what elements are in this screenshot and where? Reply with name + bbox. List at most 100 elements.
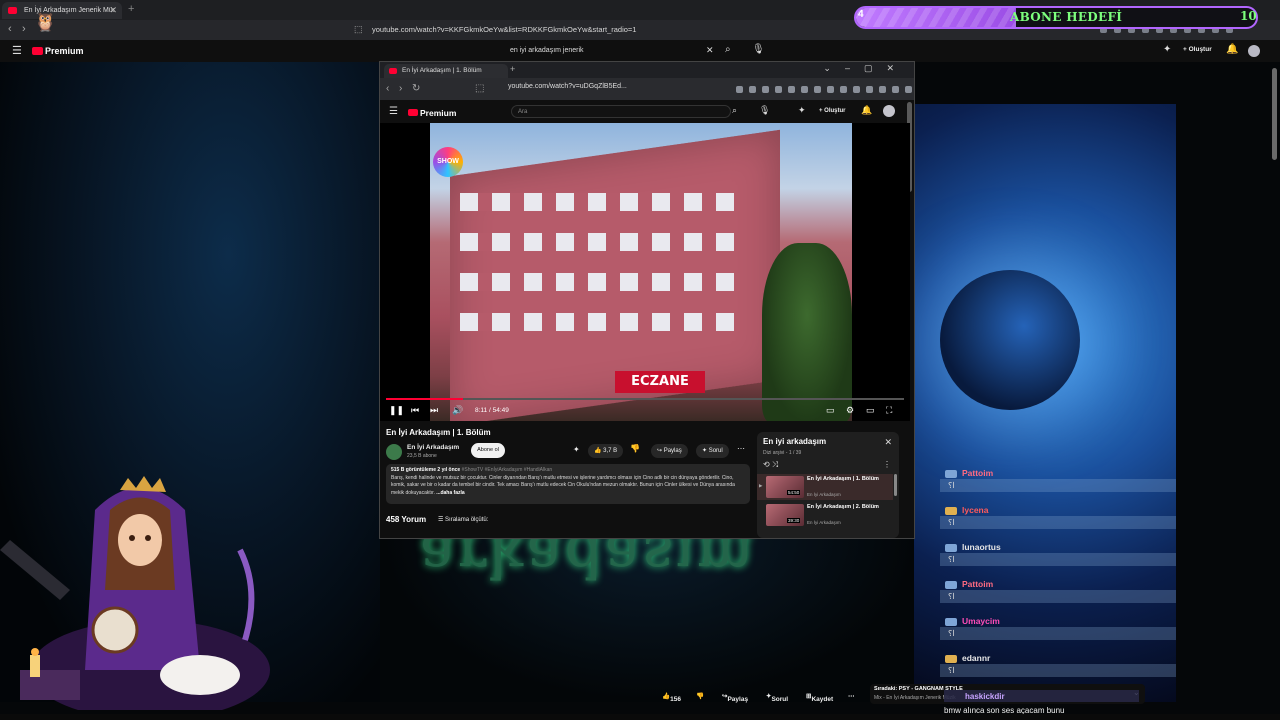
- menu-icon[interactable]: ☰: [389, 106, 398, 117]
- outer-search-input[interactable]: en iyi arkadaşım jenerik: [504, 44, 762, 58]
- extension-icon[interactable]: [853, 86, 860, 93]
- streamer-avatar-illustration: [0, 476, 270, 710]
- forward-icon[interactable]: ›: [399, 83, 402, 94]
- account-avatar[interactable]: [1248, 45, 1260, 57]
- new-tab-button[interactable]: +: [128, 3, 134, 15]
- outer-tab-youtube[interactable]: En İyi Arkadaşım Jenerik Mü: ✕: [2, 2, 122, 19]
- new-tab-icon[interactable]: +: [510, 64, 515, 74]
- dislike-icon[interactable]: 👎: [696, 692, 704, 700]
- extension-icon[interactable]: [788, 86, 795, 93]
- create-button[interactable]: + Oluştur: [819, 108, 846, 114]
- chat-username[interactable]: Pattoim: [962, 579, 993, 589]
- playlist-more-icon[interactable]: ⋮: [883, 460, 891, 469]
- now-playing-icon: ▶: [759, 483, 763, 488]
- like-button[interactable]: 👍 3,7 B: [588, 444, 624, 458]
- like-button[interactable]: 👍 156: [662, 692, 681, 703]
- menu-icon[interactable]: ☰: [12, 44, 22, 57]
- theater-mode-icon[interactable]: ▭: [866, 405, 875, 416]
- sort-comments-button[interactable]: ☰ Sıralama ölçütü:: [438, 516, 488, 523]
- channel-name[interactable]: En İyi Arkadaşım: [407, 444, 459, 451]
- extension-icon[interactable]: [775, 86, 782, 93]
- video-progress-played: [386, 398, 464, 400]
- forward-icon[interactable]: ›: [22, 23, 26, 35]
- extension-icon[interactable]: [762, 86, 769, 93]
- playlist-title[interactable]: En iyi arkadaşım: [763, 437, 826, 446]
- notifications-bell-icon[interactable]: 🔔: [861, 105, 872, 116]
- magic-wand-icon[interactable]: ✦: [1163, 44, 1171, 55]
- share-button[interactable]: ↪ Paylaş: [722, 692, 748, 703]
- save-button[interactable]: ✦ Sorul: [696, 444, 729, 458]
- chat-username[interactable]: Pattoim: [962, 468, 993, 478]
- pause-icon[interactable]: ❚❚: [389, 405, 404, 416]
- video-player[interactable]: ECZANE SHOW ❚❚ ⏮ ⏭ 🔊 8:11 / 54:49 ▭ ⚙ ▭ …: [380, 123, 910, 421]
- back-icon[interactable]: ‹: [8, 23, 12, 35]
- description-box[interactable]: 515 B görüntüleme 2 yıl önce #ShowTV #En…: [386, 464, 750, 504]
- chat-username[interactable]: edannr: [962, 653, 990, 663]
- channel-avatar[interactable]: [386, 444, 402, 460]
- chat-band: [940, 516, 1176, 529]
- extension-icon[interactable]: [905, 86, 912, 93]
- next-icon[interactable]: ⏭: [430, 405, 438, 416]
- clear-search-icon[interactable]: ✕: [706, 45, 714, 56]
- reload-icon[interactable]: ↻: [412, 83, 420, 94]
- notifications-bell-icon[interactable]: 🔔: [1226, 44, 1238, 55]
- playlist-duration: 54:50: [787, 490, 801, 495]
- inner-tab[interactable]: En İyi Arkadaşım | 1. Bölüm: [384, 64, 508, 78]
- subtitles-icon[interactable]: ▭: [826, 405, 835, 416]
- loop-shuffle-icons[interactable]: ⟲ ⤨: [763, 460, 778, 470]
- description-more-link[interactable]: ...daha fazla: [436, 490, 464, 496]
- inner-search-input[interactable]: Ara: [511, 105, 731, 118]
- window-controls[interactable]: ⌄–▢✕: [823, 63, 908, 74]
- eye-shape: [145, 535, 151, 541]
- save-to-playlist-button[interactable]: ⊞ Kaydet: [806, 692, 833, 703]
- extension-icon[interactable]: [840, 86, 847, 93]
- search-icon[interactable]: ⌕: [725, 44, 731, 55]
- save-button[interactable]: ✦ Sorul: [766, 692, 788, 703]
- back-icon[interactable]: ‹: [386, 83, 389, 94]
- youtube-premium-logo[interactable]: Premium: [408, 108, 456, 118]
- logo-text: Premium: [420, 108, 457, 118]
- account-avatar[interactable]: [883, 105, 895, 117]
- microphone-icon[interactable]: 🎙: [759, 105, 770, 116]
- chat-username[interactable]: lycena: [962, 505, 988, 515]
- dislike-icon[interactable]: 👎: [630, 444, 640, 453]
- extension-icon[interactable]: [736, 86, 743, 93]
- youtube-premium-logo[interactable]: Premium: [32, 46, 84, 56]
- bookmark-icon[interactable]: ⬚: [475, 83, 484, 94]
- extension-icon[interactable]: [892, 86, 899, 93]
- fullscreen-icon[interactable]: ⛶: [886, 405, 892, 416]
- magic-wand-icon[interactable]: ✦: [798, 105, 806, 116]
- more-options-icon[interactable]: ⋯: [848, 692, 855, 700]
- extension-icon[interactable]: [827, 86, 834, 93]
- video-progress-bar[interactable]: [386, 398, 904, 400]
- share-button[interactable]: ↪ Paylaş: [651, 444, 688, 458]
- extension-icon[interactable]: [879, 86, 886, 93]
- volume-icon[interactable]: 🔊: [452, 405, 463, 416]
- playlist-item[interactable]: 39:30 En İyi Arkadaşım | 2. Bölüm En İyi…: [757, 502, 893, 528]
- extension-icon[interactable]: [814, 86, 821, 93]
- chat-username[interactable]: lunaortus: [962, 542, 1001, 552]
- playlist-scrollbar[interactable]: [894, 474, 897, 496]
- previous-icon[interactable]: ⏮: [411, 405, 419, 416]
- playlist-item[interactable]: ▶ 54:50 En İyi Arkadaşım | 1. Bölüm En İ…: [757, 474, 893, 500]
- subscribe-button[interactable]: Abone ol: [471, 443, 505, 458]
- close-playlist-icon[interactable]: ✕: [884, 437, 892, 448]
- more-options-icon[interactable]: ⋯: [737, 444, 745, 453]
- extension-icon[interactable]: [866, 86, 873, 93]
- outer-url-field[interactable]: youtube.com/watch?v=KKFGkmkOeYw&list=RDK…: [372, 23, 858, 37]
- create-button[interactable]: + Oluştur: [1183, 46, 1212, 53]
- outer-scrollbar[interactable]: [1272, 68, 1277, 160]
- settings-gear-icon[interactable]: ⚙: [846, 405, 854, 416]
- chat-username[interactable]: haskickdir: [965, 692, 1005, 701]
- bookmark-icon[interactable]: ⬚: [354, 24, 363, 35]
- comment-count: 458 Yorum: [386, 515, 427, 524]
- microphone-icon[interactable]: 🎙: [752, 44, 765, 55]
- chat-username[interactable]: Umaycim: [962, 616, 1000, 626]
- extension-icon[interactable]: [801, 86, 808, 93]
- magic-wand-icon[interactable]: ✦: [573, 445, 580, 454]
- extension-icon[interactable]: [749, 86, 756, 93]
- close-tab-icon[interactable]: ✕: [109, 2, 117, 19]
- search-icon[interactable]: ⌕: [732, 105, 737, 116]
- youtube-play-icon: [408, 109, 418, 116]
- inner-url-field[interactable]: youtube.com/watch?v=uDGqZlB5Ed...: [508, 83, 627, 90]
